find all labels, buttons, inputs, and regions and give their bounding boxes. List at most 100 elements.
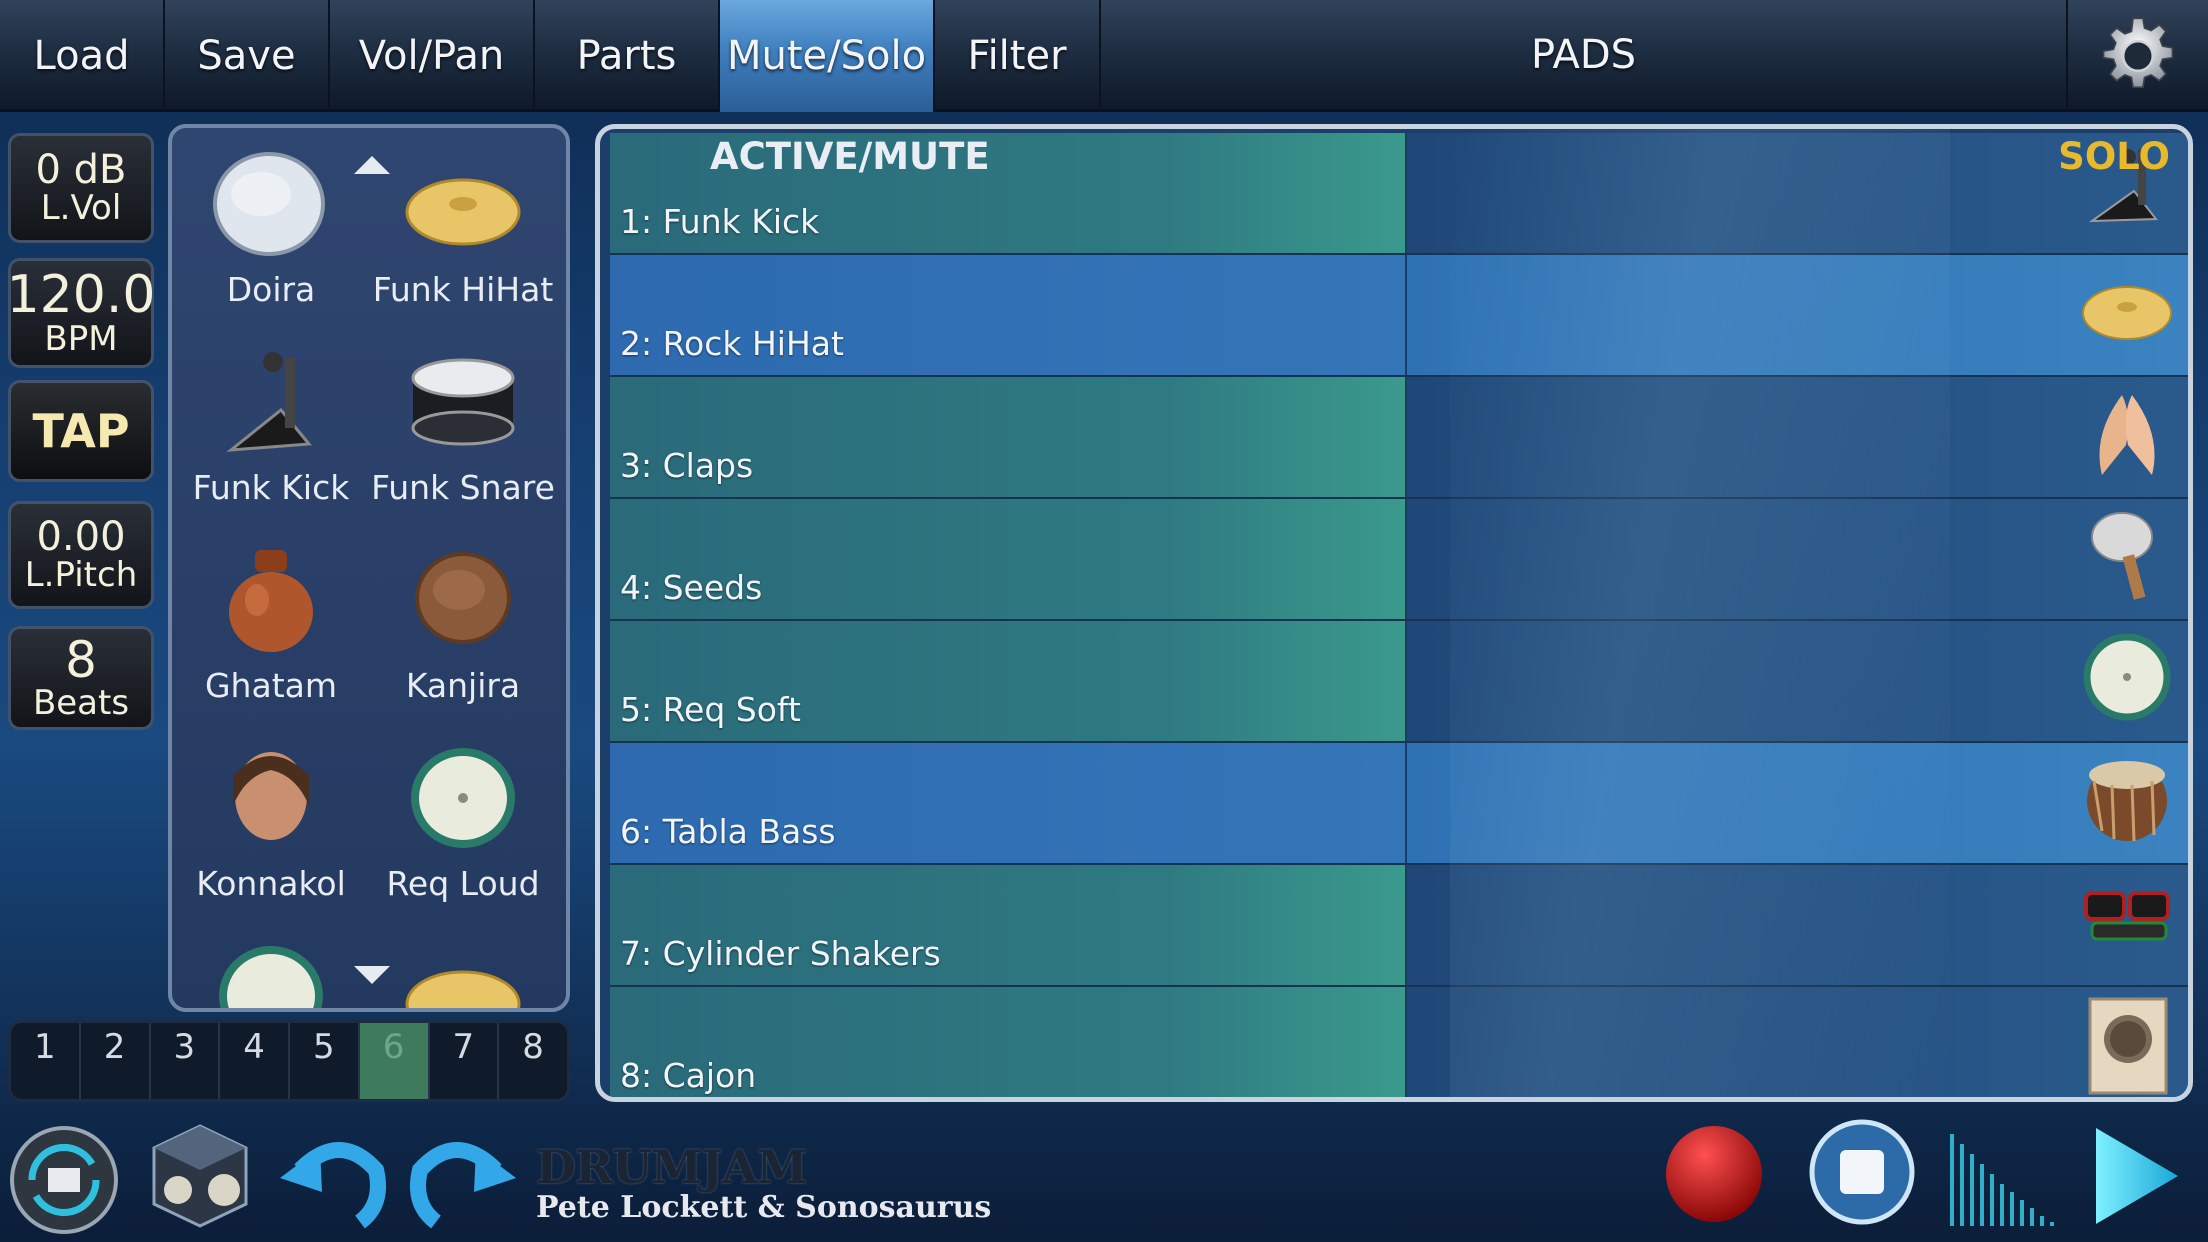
mute-solo-grid: ACTIVE/MUTE SOLO 1: Funk Kick 2: Rock HiH… [595, 124, 2193, 1102]
instrument-doira[interactable]: Doira [176, 138, 366, 336]
track-label: 7: Cylinder Shakers [620, 934, 941, 973]
loop-volume-display[interactable]: 0 dB L.Vol [8, 133, 154, 243]
tab-vol-pan[interactable]: Vol/Pan [330, 0, 535, 112]
instrument-funk-snare[interactable]: Funk Snare [368, 336, 558, 534]
track-solo-toggle[interactable] [1407, 865, 2188, 985]
lpitch-value: 0.00 [36, 514, 126, 561]
track-solo-toggle[interactable] [1407, 377, 2188, 497]
track-row: 2: Rock HiHat [610, 255, 2188, 377]
page-button[interactable]: 2 [81, 1023, 151, 1099]
instrument-name: Kanjira [405, 666, 521, 705]
track-label: 1: Funk Kick [620, 202, 820, 241]
track-row: 7: Cylinder Shakers [610, 865, 2188, 987]
instrument-name: Funk HiHat [372, 270, 554, 309]
tabla-icon [2087, 761, 2167, 842]
instrument-name: Req Loud [386, 864, 540, 903]
page-button[interactable]: 3 [151, 1023, 221, 1099]
record-button[interactable] [1662, 1122, 1766, 1226]
track-label: 5: Req Soft [620, 690, 801, 729]
tab-mute-solo[interactable]: Mute/Solo [720, 0, 935, 112]
page-button[interactable]: 8 [499, 1023, 567, 1099]
page-title: PADS [1530, 31, 1637, 78]
cymbal-icon [2082, 286, 2172, 340]
brand-credit: Pete Lockett & Sonosaurus [536, 1190, 992, 1225]
instrument-ghatam[interactable]: Ghatam [176, 534, 366, 732]
instrument-name: Funk Snare [371, 468, 555, 507]
instrument-req-loud[interactable]: Req Loud [368, 732, 558, 930]
instrument-partial[interactable] [176, 930, 366, 1008]
track-solo-toggle[interactable] [1407, 499, 2188, 619]
tambourine-icon [219, 946, 323, 1008]
track-label: 6: Tabla Bass [620, 812, 836, 851]
gear-icon [2102, 17, 2174, 88]
active-mute-header: ACTIVE/MUTE [710, 135, 990, 178]
track-solo-toggle[interactable] [1407, 987, 2188, 1097]
bpm-label: BPM [44, 319, 118, 360]
page-button-selected[interactable]: 6 [359, 1023, 430, 1099]
level-meter-icon[interactable] [1948, 1130, 2058, 1230]
track-row: 8: Cajon [610, 987, 2188, 1097]
page-selector: 1 2 3 4 5 6 7 8 [8, 1020, 570, 1102]
track-label: 3: Claps [620, 446, 754, 485]
track-row: 5: Req Soft [610, 621, 2188, 743]
tab-save[interactable]: Save [165, 0, 330, 112]
clap-hands-icon [2099, 395, 2155, 475]
track-label: 8: Cajon [620, 1056, 757, 1095]
instrument-partial[interactable] [368, 930, 558, 1008]
track-label: 2: Rock HiHat [620, 324, 844, 363]
lvol-value: 0 dB [35, 147, 127, 194]
beats-display[interactable]: 8 Beats [8, 626, 154, 730]
tap-tempo-button[interactable]: TAP [8, 380, 154, 482]
brand-logo: DRUMJAM [536, 1140, 808, 1194]
undo-icon[interactable] [280, 1130, 386, 1230]
track-row: 4: Seeds [610, 499, 2188, 621]
lvol-label: L.Vol [40, 188, 122, 229]
settings-button[interactable] [2066, 0, 2208, 112]
bpm-display[interactable]: 120.0 BPM [6, 258, 156, 368]
instrument-name: Funk Kick [192, 468, 350, 507]
performer-face-icon [233, 752, 309, 840]
track-row: 3: Claps [610, 377, 2188, 499]
tab-load[interactable]: Load [0, 0, 165, 112]
cylinder-shaker-icon [2084, 891, 2170, 941]
instrument-name: Konnakol [196, 864, 346, 903]
instrument-funk-kick[interactable]: Funk Kick [176, 336, 366, 534]
instrument-konnakol[interactable]: Konnakol [176, 732, 366, 930]
sync-icon[interactable] [8, 1124, 120, 1236]
solo-header: SOLO [2058, 135, 2170, 178]
beats-label: Beats [32, 683, 130, 724]
lpitch-label: L.Pitch [24, 555, 138, 596]
track-row: 6: Tabla Bass [610, 743, 2188, 865]
track-solo-toggle[interactable] [1407, 743, 2188, 863]
page-button[interactable]: 4 [220, 1023, 290, 1099]
track-solo-toggle[interactable] [1407, 621, 2188, 741]
clay-pot-icon [229, 550, 313, 652]
instrument-name: Ghatam [204, 666, 338, 705]
page-button[interactable]: 5 [290, 1023, 360, 1099]
instrument-name: Doira [226, 270, 316, 309]
cymbal-icon [405, 178, 521, 246]
cajon-icon [2088, 997, 2168, 1095]
bpm-value: 120.0 [6, 264, 156, 325]
snare-drum-icon [411, 358, 515, 446]
transport-bar: DRUMJAM Pete Lockett & Sonosaurus [0, 1110, 2208, 1242]
instrument-kanjira[interactable]: Kanjira [368, 534, 558, 732]
track-label: 4: Seeds [620, 568, 763, 607]
cymbal-icon [405, 970, 521, 1008]
page-button[interactable]: 1 [11, 1023, 81, 1099]
shaker-icon [2091, 512, 2153, 600]
tambourine-icon [411, 748, 515, 848]
kanjira-icon [415, 552, 511, 644]
redo-icon[interactable] [410, 1130, 516, 1230]
beats-value: 8 [65, 630, 97, 689]
track-solo-toggle[interactable] [1407, 255, 2188, 375]
tab-parts[interactable]: Parts [535, 0, 720, 112]
instrument-picker[interactable]: Doira Funk HiHat Funk Kick Funk Snare Gh… [168, 124, 570, 1012]
instrument-funk-hihat[interactable]: Funk HiHat [368, 138, 558, 336]
play-button[interactable] [2092, 1124, 2182, 1228]
stop-button[interactable] [1808, 1118, 1916, 1226]
page-button[interactable]: 7 [430, 1023, 500, 1099]
tab-filter[interactable]: Filter [935, 0, 1101, 112]
speaker-cube-icon[interactable] [148, 1120, 252, 1232]
loop-pitch-display[interactable]: 0.00 L.Pitch [8, 501, 154, 609]
